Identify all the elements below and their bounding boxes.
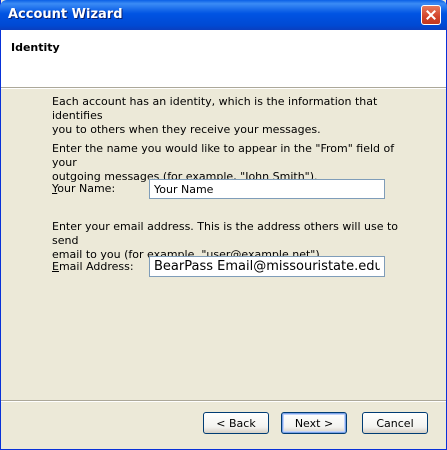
next-button[interactable]: Next > [281,412,347,434]
intro-line-2: you to others when they receive your mes… [52,123,321,136]
header-divider [1,87,446,89]
footer-divider [1,400,446,402]
close-icon[interactable] [421,5,441,25]
name-field[interactable] [149,179,385,199]
wizard-header: Identity [1,30,446,87]
name-help-text: Enter the name you would like to appear … [52,142,402,184]
email-label-text: mail Address: [58,260,134,273]
account-wizard-window: Account Wizard Identity Each account has… [0,0,447,450]
email-field[interactable] [149,256,385,277]
intro-text: Each account has an identity, which is t… [52,95,402,137]
name-label: Your Name: [52,182,115,195]
email-label-accesskey: E [52,260,59,273]
window-title: Account Wizard [8,7,123,22]
back-button[interactable]: < Back [203,412,269,434]
intro-line-1: Each account has an identity, which is t… [52,95,378,122]
cancel-button[interactable]: Cancel [362,412,428,434]
email-label: Email Address: [52,260,134,273]
name-label-text: our Name: [57,182,116,195]
email-help-line-1: Enter your email address. This is the ad… [52,220,399,247]
page-title: Identity [11,41,60,54]
title-bar[interactable]: Account Wizard [0,0,447,30]
name-help-line-1: Enter the name you would like to appear … [52,142,395,169]
